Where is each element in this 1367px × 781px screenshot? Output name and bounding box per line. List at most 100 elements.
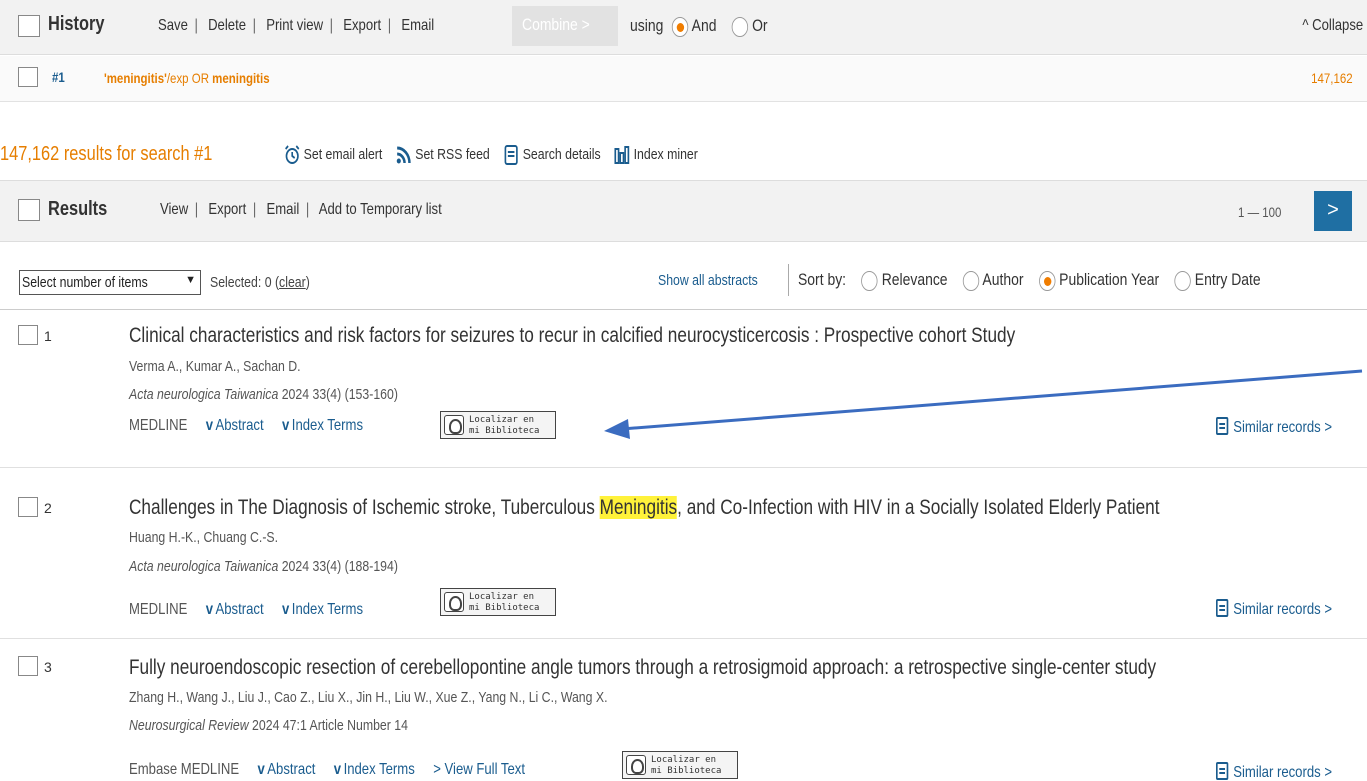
history-print-view-link[interactable]: Print view xyxy=(266,17,323,34)
index-terms-toggle[interactable]: v Index Terms xyxy=(334,761,415,778)
record-title[interactable]: Fully neuroendoscopic resection of cereb… xyxy=(129,656,1156,680)
result-record: 3 Fully neuroendoscopic resection of cer… xyxy=(0,640,1367,781)
results-bar: Results View | Export | Email | Add to Temp… xyxy=(0,180,1367,242)
abstract-toggle[interactable]: v Abstract xyxy=(206,601,264,618)
record-checkbox[interactable] xyxy=(18,497,38,517)
search-details-tool[interactable]: Search details xyxy=(503,145,604,165)
abstract-toggle[interactable]: v Abstract xyxy=(206,417,264,434)
selected-prefix: Selected: 0 ( xyxy=(210,274,280,291)
email-alert-label: Set email alert xyxy=(303,145,383,163)
abstract-label: Abstract xyxy=(215,601,264,618)
similar-records-link[interactable]: Similar records > xyxy=(1216,599,1332,619)
abstract-label: Abstract xyxy=(267,761,316,778)
divider xyxy=(788,264,789,296)
collapse-history-link[interactable]: ^ Collapse xyxy=(1302,17,1363,35)
badge-line-2: mi Biblioteca xyxy=(469,603,540,613)
badge-line-1: Localizar en xyxy=(651,755,717,765)
history-bar: History Save | Delete | Print view | Export… xyxy=(0,0,1367,55)
history-export-link[interactable]: Export xyxy=(343,17,381,34)
results-title: Results xyxy=(48,198,108,220)
record-authors: Huang H.-K., Chuang C.-S. xyxy=(129,529,279,546)
show-all-abstracts-link[interactable]: Show all abstracts xyxy=(658,272,758,289)
similar-records-label: Similar records > xyxy=(1233,764,1333,781)
or-label: Or xyxy=(752,16,768,35)
rss-feed-tool[interactable]: Set RSS feed xyxy=(396,145,494,164)
localizar-biblioteca-button[interactable]: Localizar en mi Biblioteca xyxy=(440,411,556,439)
history-delete-link[interactable]: Delete xyxy=(208,17,246,34)
chevron-down-icon: v xyxy=(205,417,214,434)
query-term-exp: 'meningitis' xyxy=(104,70,167,86)
sort-entry-date-radio[interactable] xyxy=(1174,270,1191,291)
result-record: 2 Challenges in The Diagnosis of Ischemi… xyxy=(0,469,1367,639)
record-citation: 2024 33(4) (153-160) xyxy=(278,386,398,403)
record-checkbox[interactable] xyxy=(18,656,38,676)
index-terms-toggle[interactable]: v Index Terms xyxy=(282,417,363,434)
badge-line-1: Localizar en xyxy=(469,592,535,602)
record-journal: Acta neurologica Taiwanica xyxy=(129,386,279,403)
sort-relevance-radio[interactable] xyxy=(861,270,878,291)
index-terms-toggle[interactable]: v Index Terms xyxy=(282,601,363,618)
add-to-temporary-list-link[interactable]: Add to Temporary list xyxy=(319,201,442,218)
select-number-of-items-dropdown[interactable]: Select number of items ▼ xyxy=(19,270,201,295)
sort-publication-year-label: Publication Year xyxy=(1059,270,1160,289)
record-number: 1 xyxy=(44,328,52,344)
chevron-right-icon: > xyxy=(1327,199,1339,221)
results-view-link[interactable]: View xyxy=(160,201,188,218)
similar-records-label: Similar records > xyxy=(1233,601,1333,618)
next-page-button[interactable]: > xyxy=(1314,191,1352,231)
results-export-link[interactable]: Export xyxy=(208,201,246,218)
query-term-text: meningitis xyxy=(212,70,270,86)
record-title-rest: , and Co-Infection with HIV in a Sociall… xyxy=(677,496,1160,519)
alarm-clock-icon xyxy=(285,145,300,164)
and-radio[interactable] xyxy=(672,16,689,37)
combine-operator-group: using And Or xyxy=(630,16,768,37)
record-title[interactable]: Challenges in The Diagnosis of Ischemic … xyxy=(129,496,1160,520)
selected-suffix: ) xyxy=(305,274,310,291)
localizar-biblioteca-button[interactable]: Localizar en mi Biblioteca xyxy=(622,751,738,779)
sort-entry-date-label: Entry Date xyxy=(1194,270,1261,289)
rss-feed-label: Set RSS feed xyxy=(415,145,490,163)
history-row-count[interactable]: 147,162 xyxy=(1312,70,1353,86)
record-journal: Acta neurologica Taiwanica xyxy=(129,558,279,575)
index-terms-label: Index Terms xyxy=(291,601,364,618)
index-terms-label: Index Terms xyxy=(343,761,415,778)
sort-author-radio[interactable] xyxy=(962,270,980,291)
page-range: 1 — 100 xyxy=(1238,204,1282,220)
combine-button[interactable]: Combine > xyxy=(512,6,618,46)
index-miner-label: Index miner xyxy=(633,145,698,163)
email-alert-tool[interactable]: Set email alert xyxy=(284,145,386,164)
result-record: 1 Clinical characteristics and risk fact… xyxy=(0,311,1367,468)
select-items-label: Select number of items xyxy=(22,274,148,291)
view-full-text-link[interactable]: > View Full Text xyxy=(433,761,525,778)
abstract-toggle[interactable]: v Abstract xyxy=(258,761,316,778)
record-checkbox[interactable] xyxy=(18,325,38,345)
badge-line-1: Localizar en xyxy=(469,415,535,425)
record-sources: MEDLINE xyxy=(129,417,188,434)
document-icon xyxy=(1216,417,1229,435)
abstract-label: Abstract xyxy=(215,417,264,434)
history-title: History xyxy=(48,13,105,35)
history-select-all-checkbox[interactable] xyxy=(18,15,40,37)
record-title-text: Clinical characteristics and risk factor… xyxy=(129,324,1016,347)
or-radio[interactable] xyxy=(731,16,749,37)
history-row-query[interactable]: 'meningitis'/exp OR meningitis xyxy=(104,70,270,86)
history-email-link[interactable]: Email xyxy=(401,17,434,34)
results-email-link[interactable]: Email xyxy=(266,201,299,218)
document-icon xyxy=(1216,599,1229,617)
chevron-down-icon: v xyxy=(333,761,342,778)
and-label: And xyxy=(691,16,717,35)
results-select-all-checkbox[interactable] xyxy=(18,199,40,221)
record-title[interactable]: Clinical characteristics and risk factor… xyxy=(129,324,1015,348)
record-citation: 2024 47:1 Article Number 14 xyxy=(248,717,408,734)
history-row-checkbox[interactable] xyxy=(18,67,38,87)
similar-records-link[interactable]: Similar records > xyxy=(1216,417,1332,437)
similar-records-link[interactable]: Similar records > xyxy=(1216,762,1332,781)
record-citation: 2024 33(4) (188-194) xyxy=(278,558,398,575)
results-summary-line: 147,162 results for search #1 Set email … xyxy=(0,135,1367,171)
sort-publication-year-radio[interactable] xyxy=(1038,270,1056,291)
history-save-link[interactable]: Save xyxy=(158,17,188,34)
index-miner-tool[interactable]: Index miner xyxy=(614,145,698,164)
localizar-biblioteca-button[interactable]: Localizar en mi Biblioteca xyxy=(440,588,556,616)
selected-count: Selected: 0 (clear) xyxy=(210,274,310,291)
clear-selection-link[interactable]: clear xyxy=(279,274,306,291)
